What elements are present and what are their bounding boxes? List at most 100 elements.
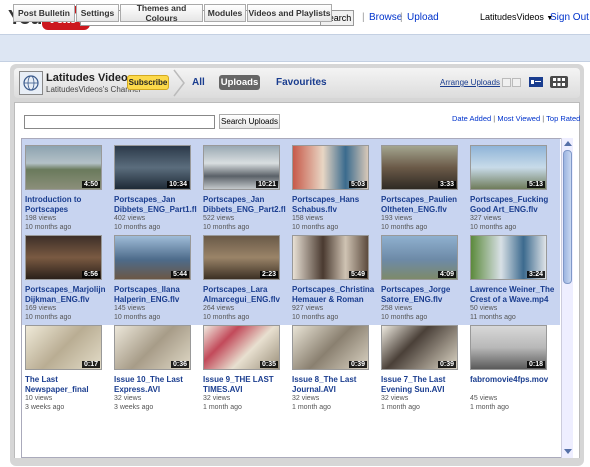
scroll-thumb[interactable] <box>563 150 572 284</box>
video-title[interactable]: Portscapes_Paulien Oltheten_ENG.flv <box>381 195 469 215</box>
video-thumbnail[interactable]: 5:44 <box>114 235 191 280</box>
video-title[interactable]: Issue 9_THE LAST TIMES.AVI <box>203 375 291 395</box>
video-thumbnail[interactable]: 5:03 <box>292 145 369 190</box>
upload-age: 10 months ago <box>381 224 428 231</box>
video-item[interactable]: 2:23 Portscapes_Lara Almarcegui_ENG.flv 264… <box>203 235 291 321</box>
sort-date-added[interactable]: Date Added <box>452 114 491 123</box>
view-count: 32 views <box>292 395 320 402</box>
browse-link[interactable]: Browse <box>369 12 402 23</box>
tab-uploads[interactable]: Uploads <box>219 75 260 90</box>
video-title[interactable]: Portscapes_Jan Dibbets_ENG_Part1.fl <box>114 195 202 215</box>
themes-colours-button[interactable]: Themes and Colours <box>120 3 203 23</box>
scrollbar[interactable] <box>561 138 573 458</box>
video-title-line-2: Journal.AVI <box>292 385 336 394</box>
list-view-icon[interactable] <box>529 77 543 87</box>
duration-badge: 0:17 <box>81 361 100 368</box>
videos-playlists-button[interactable]: Videos and Playlists <box>247 4 332 22</box>
video-item[interactable]: 4:50 Introduction to Portscapes 198 views 10… <box>25 145 113 231</box>
video-item[interactable]: 0:18 fabromovie4fps.mov 45 views 1 month ag… <box>470 325 558 411</box>
video-item[interactable]: 0:36 Issue 10_The Last Express.AVI 32 views… <box>114 325 202 411</box>
video-thumbnail[interactable]: 0:35 <box>203 325 280 370</box>
video-thumbnail[interactable]: 10:21 <box>203 145 280 190</box>
video-thumbnail[interactable]: 4:09 <box>381 235 458 280</box>
upload-age: 1 month ago <box>381 404 420 411</box>
video-thumbnail[interactable]: 0:18 <box>470 325 547 370</box>
video-title[interactable]: Portscapes_Jan Dibbets_ENG_Part2.fl <box>203 195 291 215</box>
sort-separator: | <box>542 114 545 123</box>
video-item[interactable]: 3:33 Portscapes_Paulien Oltheten_ENG.flv 19… <box>381 145 469 231</box>
video-item[interactable]: 10:21 Portscapes_Jan Dibbets_ENG_Part2.fl 5… <box>203 145 291 231</box>
upload-link[interactable]: Upload <box>407 12 439 23</box>
video-item[interactable]: 5:49 Portscapes_Christina Hemauer & Roman 9… <box>292 235 380 321</box>
arrow-down-icon[interactable] <box>512 78 521 87</box>
arrow-up-icon[interactable] <box>502 78 511 87</box>
video-thumbnail[interactable]: 0:17 <box>25 325 102 370</box>
video-title[interactable]: Portscapes_Marjolijn Dijkman_ENG.flv <box>25 285 113 305</box>
video-item[interactable]: 4:09 Portscapes_Jorge Satorre_ENG.flv 258 v… <box>381 235 469 321</box>
video-thumbnail[interactable]: 10:34 <box>114 145 191 190</box>
video-item[interactable]: 5:03 Portscapes_Hans Schabus.flv 158 views 1… <box>292 145 380 231</box>
upload-age: 10 months ago <box>292 224 339 231</box>
video-title[interactable]: Portscapes_Ilana Halperin_ENG.flv <box>114 285 202 305</box>
video-thumbnail[interactable]: 6:56 <box>25 235 102 280</box>
upload-age: 1 month ago <box>470 404 509 411</box>
video-thumbnail[interactable]: 0:36 <box>114 325 191 370</box>
video-title[interactable]: The Last Newspaper_final <box>25 375 113 395</box>
video-title[interactable]: Lawrence Weiner_The Crest of a Wave.mp4 <box>470 285 558 305</box>
video-thumbnail[interactable]: 5:13 <box>470 145 547 190</box>
video-title[interactable]: Issue 8_The Last Journal.AVI <box>292 375 380 395</box>
video-title[interactable]: Issue 7_The Last Evening Sun.AVI <box>381 375 469 395</box>
video-thumbnail[interactable]: 2:23 <box>203 235 280 280</box>
video-title[interactable]: Introduction to Portscapes <box>25 195 113 215</box>
video-title[interactable]: Portscapes_Jorge Satorre_ENG.flv <box>381 285 469 305</box>
video-item[interactable]: 3:24 Lawrence Weiner_The Crest of a Wave.m… <box>470 235 558 321</box>
video-thumbnail[interactable]: 0:39 <box>292 325 369 370</box>
sort-separator: | <box>493 114 496 123</box>
view-count: 45 views <box>470 395 498 402</box>
view-count: 169 views <box>25 305 57 312</box>
video-item[interactable]: 0:39 Issue 7_The Last Evening Sun.AVI 32 vi… <box>381 325 469 411</box>
video-title-line-1: Portscapes_Lara <box>203 285 268 294</box>
video-title[interactable]: Portscapes_Lara Almarcegui_ENG.flv <box>203 285 291 305</box>
subscribe-button[interactable]: Subscribe <box>127 75 169 90</box>
video-item[interactable]: 0:39 Issue 8_The Last Journal.AVI 32 views 1… <box>292 325 380 411</box>
video-title[interactable]: Portscapes_Christina Hemauer & Roman <box>292 285 380 305</box>
post-bulletin-button[interactable]: Post Bulletin <box>13 4 75 22</box>
sort-most-viewed[interactable]: Most Viewed <box>497 114 540 123</box>
arrange-uploads-link[interactable]: Arrange Uploads <box>440 78 500 87</box>
settings-button[interactable]: Settings <box>76 4 119 22</box>
duration-badge: 10:21 <box>256 181 278 188</box>
scroll-up-icon[interactable] <box>564 141 572 146</box>
sort-top-rated[interactable]: Top Rated <box>546 114 580 123</box>
upload-age: 10 months ago <box>203 224 250 231</box>
search-uploads-button[interactable]: Search Uploads <box>219 114 280 129</box>
uploads-search-input[interactable] <box>24 115 215 129</box>
tab-all[interactable]: All <box>192 77 205 88</box>
avatar[interactable] <box>19 71 43 95</box>
video-thumbnail[interactable]: 0:39 <box>381 325 458 370</box>
video-title[interactable]: Portscapes_Fucking Good Art_ENG.flv <box>470 195 558 215</box>
video-thumbnail[interactable]: 5:49 <box>292 235 369 280</box>
nav-separator: | <box>400 12 403 23</box>
account-menu[interactable]: LatitudesVideos ▼ <box>480 12 553 22</box>
upload-age: 10 months ago <box>114 224 161 231</box>
video-item[interactable]: 5:44 Portscapes_Ilana Halperin_ENG.flv 145 … <box>114 235 202 321</box>
video-title-line-1: Portscapes_Jorge <box>381 285 451 294</box>
video-item[interactable]: 6:56 Portscapes_Marjolijn Dijkman_ENG.flv 1… <box>25 235 113 321</box>
tab-favourites[interactable]: Favourites <box>276 77 327 88</box>
video-title[interactable]: fabromovie4fps.mov <box>470 375 558 385</box>
video-title[interactable]: Issue 10_The Last Express.AVI <box>114 375 202 395</box>
video-item[interactable]: 5:13 Portscapes_Fucking Good Art_ENG.flv 32… <box>470 145 558 231</box>
modules-button[interactable]: Modules <box>204 4 246 22</box>
video-thumbnail[interactable]: 4:50 <box>25 145 102 190</box>
channel-name[interactable]: Latitudes Videos <box>46 72 134 84</box>
video-item[interactable]: 0:17 The Last Newspaper_final 10 views 3 wee… <box>25 325 113 411</box>
video-item[interactable]: 10:34 Portscapes_Jan Dibbets_ENG_Part1.fl 4… <box>114 145 202 231</box>
scroll-down-icon[interactable] <box>564 449 572 454</box>
sign-out-link[interactable]: Sign Out <box>550 12 589 23</box>
video-thumbnail[interactable]: 3:33 <box>381 145 458 190</box>
grid-view-icon[interactable] <box>550 76 568 88</box>
video-thumbnail[interactable]: 3:24 <box>470 235 547 280</box>
video-title[interactable]: Portscapes_Hans Schabus.flv <box>292 195 380 215</box>
video-item[interactable]: 0:35 Issue 9_THE LAST TIMES.AVI 32 views 1 m… <box>203 325 291 411</box>
